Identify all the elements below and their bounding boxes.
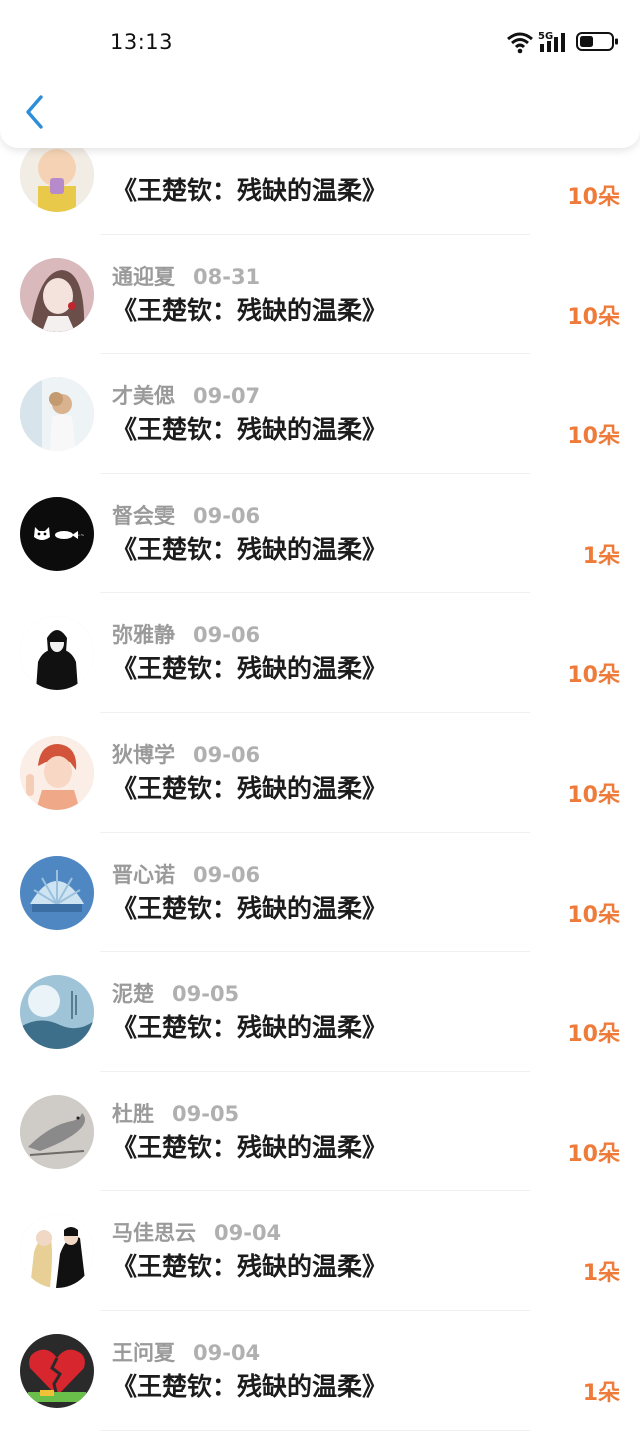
list-item[interactable]: 弥雅静 09-06 《王楚钦：残缺的温柔》 10朵 — [0, 593, 640, 713]
list-item[interactable]: 才美偲 09-07 《王楚钦：残缺的温柔》 10朵 — [0, 354, 640, 474]
row-meta: 通迎夏 08-31 — [112, 261, 260, 289]
flower-count: 10朵 — [567, 185, 620, 210]
work-title: 《王楚钦：残缺的温柔》 — [112, 295, 388, 325]
work-title: 《王楚钦：残缺的温柔》 — [112, 1252, 388, 1282]
user-name: 晋心诺 — [112, 862, 175, 887]
list-item[interactable]: 晋心诺 09-06 《王楚钦：残缺的温柔》 10朵 — [0, 833, 640, 953]
user-name: 督会雯 — [112, 503, 175, 528]
row-meta: 杜胜 09-05 — [112, 1098, 239, 1126]
post-date: 09-05 — [172, 982, 240, 1007]
flower-count: 1朵 — [582, 1381, 620, 1406]
work-title: 《王楚钦：残缺的温柔》 — [112, 1132, 388, 1162]
user-name: 才美偲 — [112, 384, 175, 409]
list-item[interactable]: 马佳思云 09-04 《王楚钦：残缺的温柔》 1朵 — [0, 1191, 640, 1311]
cellular-signal-icon: 5G — [538, 31, 565, 52]
user-name: 杜胜 — [112, 1101, 154, 1126]
avatar[interactable] — [20, 257, 94, 332]
user-name: 王问夏 — [112, 1341, 175, 1365]
work-title: 《王楚钦：残缺的温柔》 — [112, 893, 388, 923]
flower-count: 1朵 — [582, 543, 620, 569]
row-meta: 晋心诺 09-06 — [112, 859, 260, 887]
post-date: 09-06 — [193, 503, 261, 528]
avatar[interactable] — [20, 138, 94, 212]
user-name: 弥雅静 — [112, 623, 175, 648]
row-meta: 才美偲 09-07 — [112, 380, 260, 408]
work-title: 《王楚钦：残缺的温柔》 — [112, 534, 388, 564]
flower-count: 10朵 — [567, 424, 620, 450]
row-meta: 弥雅静 09-06 — [112, 619, 260, 647]
row-meta: 泥楚 09-05 — [112, 978, 239, 1006]
svg-text:5G: 5G — [538, 31, 553, 42]
avatar[interactable] — [20, 377, 94, 452]
wifi-icon — [507, 32, 533, 54]
row-meta: 王问夏 09-04 — [112, 1337, 260, 1365]
back-button[interactable] — [18, 92, 52, 132]
work-title: 《王楚钦：残缺的温柔》 — [112, 1372, 388, 1401]
post-date: 09-06 — [193, 623, 261, 648]
row-meta: 督会雯 09-06 — [112, 500, 260, 528]
divider — [100, 1429, 530, 1431]
work-title: 《王楚钦：残缺的温柔》 — [112, 654, 388, 684]
work-title: 《王楚钦：残缺的温柔》 — [112, 176, 388, 205]
user-name: 狄博学 — [112, 743, 175, 767]
flower-count: 10朵 — [567, 1022, 620, 1048]
post-date: 09-05 — [172, 1101, 240, 1126]
list-item[interactable]: 杜胜 09-05 《王楚钦：残缺的温柔》 10朵 — [0, 1072, 640, 1192]
user-name: 马佳思云 — [112, 1221, 196, 1246]
chevron-left-icon — [26, 95, 43, 129]
flower-count: 10朵 — [567, 1141, 620, 1167]
avatar[interactable] — [20, 736, 94, 810]
list-item[interactable]: 泥楚 09-05 《王楚钦：残缺的温柔》 10朵 — [0, 952, 640, 1072]
flower-count: 10朵 — [567, 783, 620, 808]
work-title: 《王楚钦：残缺的温柔》 — [112, 1013, 388, 1043]
list-item[interactable]: 通迎夏 08-31 《王楚钦：残缺的温柔》 10朵 — [0, 235, 640, 355]
flower-count: 10朵 — [567, 902, 620, 928]
user-name: 泥楚 — [112, 982, 154, 1007]
row-meta: 马佳思云 09-04 — [112, 1217, 281, 1245]
post-date: 09-06 — [193, 862, 261, 887]
list-item[interactable]: 狄博学 09-06 《王楚钦：残缺的温柔》 10朵 — [0, 713, 640, 833]
post-date: 09-06 — [193, 743, 261, 767]
svg-text:~~: ~~ — [76, 533, 84, 539]
post-date: 09-04 — [214, 1221, 282, 1246]
user-name: 通迎夏 — [112, 264, 175, 289]
flower-count: 10朵 — [567, 304, 620, 330]
avatar[interactable] — [20, 1094, 94, 1169]
battery-icon — [576, 32, 618, 51]
work-title: 《王楚钦：残缺的温柔》 — [112, 774, 388, 803]
list-item[interactable]: ~~ 督会雯 09-06 《王楚钦：残缺的温柔》 1朵 — [0, 474, 640, 594]
avatar[interactable] — [20, 975, 94, 1050]
row-meta: 狄博学 09-06 — [112, 739, 260, 767]
flower-count: 1朵 — [582, 1261, 620, 1287]
post-date: 09-04 — [193, 1341, 261, 1365]
list-item[interactable]: 王问夏 09-04 《王楚钦：残缺的温柔》 1朵 — [0, 1311, 640, 1431]
status-time: 13:13 — [110, 30, 174, 54]
top-bar: 13:13 5G — [0, 0, 640, 148]
avatar[interactable] — [20, 1334, 94, 1408]
post-date: 08-31 — [193, 264, 261, 289]
avatar[interactable]: ~~ — [20, 496, 94, 571]
flower-count: 10朵 — [567, 663, 620, 689]
avatar[interactable] — [20, 616, 94, 691]
work-title: 《王楚钦：残缺的温柔》 — [112, 415, 388, 445]
avatar[interactable] — [20, 855, 94, 930]
post-date: 09-07 — [193, 384, 261, 409]
avatar[interactable] — [20, 1214, 94, 1289]
